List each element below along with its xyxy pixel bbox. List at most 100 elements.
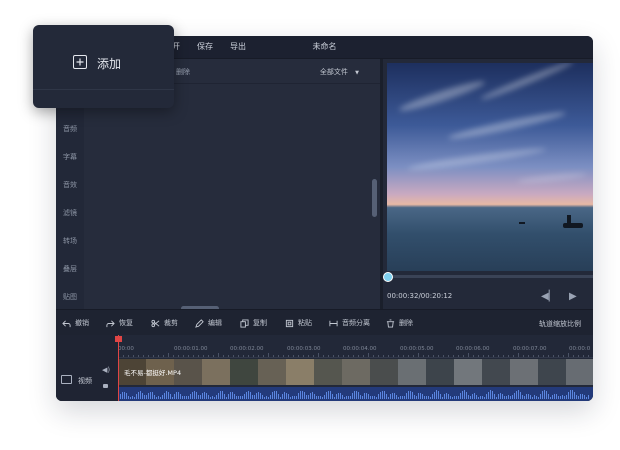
- sidebar-item-filter[interactable]: 滤镜: [56, 208, 84, 218]
- waveform-bar: [174, 393, 175, 399]
- waveform-bar: [154, 394, 155, 399]
- waveform-bar: [588, 395, 589, 399]
- ruler-tick: [543, 355, 544, 357]
- waveform-bar: [366, 392, 367, 399]
- fit-track-button[interactable]: 轨道缩放比例: [539, 319, 581, 329]
- redo-button[interactable]: 恢复: [106, 317, 133, 329]
- sidebar-item-overlay[interactable]: 叠层: [56, 264, 84, 274]
- timeline-ruler[interactable]: 00:00 00:00:01.00 00:00:02.00 00:00:03.0…: [118, 335, 593, 358]
- previous-frame-icon[interactable]: ◀▏: [541, 291, 556, 302]
- ruler-tick: [498, 355, 499, 357]
- ruler-tick: [158, 355, 159, 357]
- waveform-bar: [232, 392, 233, 399]
- waveform-bar: [428, 395, 429, 399]
- waveform-bar: [436, 390, 437, 399]
- ruler-tick: [398, 355, 399, 357]
- copy-button[interactable]: 复制: [240, 317, 267, 329]
- waveform-bar: [330, 391, 331, 399]
- library-vertical-scrollbar[interactable]: [372, 179, 377, 217]
- undo-button[interactable]: 撤销: [62, 317, 89, 329]
- playhead-handle[interactable]: [115, 336, 122, 342]
- waveform-bar: [448, 393, 449, 399]
- library-filter-label: 全部文件: [319, 68, 348, 76]
- waveform-bar: [120, 393, 121, 399]
- waveform-bar: [272, 392, 273, 399]
- waveform-bar: [322, 397, 323, 399]
- speaker-icon[interactable]: ◀): [102, 366, 110, 374]
- waveform-bar: [520, 392, 521, 399]
- waveform-bar: [560, 395, 561, 399]
- waveform-bar: [148, 392, 149, 399]
- waveform-bar: [304, 392, 305, 399]
- waveform-bar: [394, 393, 395, 399]
- waveform-bar: [288, 394, 289, 399]
- ruler-tick: [308, 355, 309, 357]
- ruler-tick: [293, 355, 294, 357]
- waveform-bar: [380, 391, 381, 399]
- waveform-bar: [350, 395, 351, 399]
- waveform-bar: [268, 396, 269, 399]
- audio-waveform[interactable]: [118, 387, 593, 401]
- waveform-bar: [574, 392, 575, 399]
- ruler-tick: [573, 355, 574, 357]
- playback-progress-thumb[interactable]: [383, 272, 393, 282]
- edit-button[interactable]: 编辑: [195, 317, 222, 329]
- ruler-tick: [473, 355, 474, 357]
- sidebar-item-transition[interactable]: 转场: [56, 236, 84, 246]
- waveform-bar: [524, 395, 525, 399]
- ruler-tick: [213, 355, 214, 357]
- sidebar-item-subtitle[interactable]: 字幕: [56, 152, 84, 162]
- cut-button[interactable]: 裁剪: [151, 317, 178, 329]
- waveform-bar: [578, 395, 579, 399]
- add-media-button[interactable]: 添加: [33, 25, 174, 85]
- waveform-bar: [278, 393, 279, 399]
- waveform-bar: [142, 392, 143, 399]
- ruler-tick: [193, 355, 194, 357]
- waveform-bar: [226, 397, 227, 399]
- waveform-bar: [470, 395, 471, 399]
- waveform-bar: [530, 395, 531, 399]
- playback-progress-track[interactable]: [387, 275, 593, 278]
- waveform-bar: [514, 392, 515, 399]
- play-icon[interactable]: ▶: [569, 291, 577, 302]
- ruler-tick: [478, 355, 479, 357]
- waveform-bar: [276, 391, 277, 399]
- waveform-bar: [124, 391, 125, 399]
- waveform-bar: [396, 395, 397, 399]
- ruler-tick: [383, 355, 384, 357]
- ruler-tick: [208, 355, 209, 357]
- waveform-bar: [564, 396, 565, 399]
- clip-name: 毛不易-都挺好.MP4: [124, 369, 182, 377]
- waveform-bar: [418, 393, 419, 399]
- waveform-bar: [412, 392, 413, 399]
- waveform-bar: [270, 394, 271, 399]
- ruler-tick: [363, 355, 364, 357]
- waveform-bar: [266, 395, 267, 399]
- lock-icon[interactable]: [103, 384, 108, 388]
- sidebar-item-sticker[interactable]: 贴图: [56, 292, 84, 302]
- waveform-bar: [532, 396, 533, 399]
- ruler-label: 00:00:01.00: [174, 346, 208, 352]
- library-delete-button[interactable]: 删除: [176, 67, 190, 77]
- waveform-bar: [392, 392, 393, 399]
- sidebar-item-sound-effect[interactable]: 音效: [56, 180, 84, 190]
- waveform-bar: [536, 395, 537, 399]
- waveform-bar: [256, 392, 257, 399]
- waveform-bar: [490, 390, 491, 399]
- library-filter-dropdown[interactable]: 全部文件 ▼: [320, 67, 359, 77]
- ruler-tick: [568, 353, 569, 357]
- waveform-bar: [210, 396, 211, 399]
- waveform-bar: [498, 394, 499, 399]
- video-clip[interactable]: 毛不易-都挺好.MP4: [118, 359, 593, 385]
- waveform-bar: [200, 395, 201, 399]
- waveform-bar: [538, 396, 539, 399]
- sidebar-item-audio[interactable]: 音频: [56, 124, 84, 134]
- ruler-tick: [443, 355, 444, 357]
- delete-button[interactable]: 删除: [386, 317, 413, 329]
- waveform-bar: [408, 390, 409, 399]
- playhead[interactable]: [118, 335, 119, 401]
- waveform-bar: [444, 394, 445, 399]
- undo-label: 撤销: [75, 319, 89, 327]
- paste-button[interactable]: 粘贴: [285, 317, 312, 329]
- audio-split-button[interactable]: 音频分离: [329, 317, 370, 329]
